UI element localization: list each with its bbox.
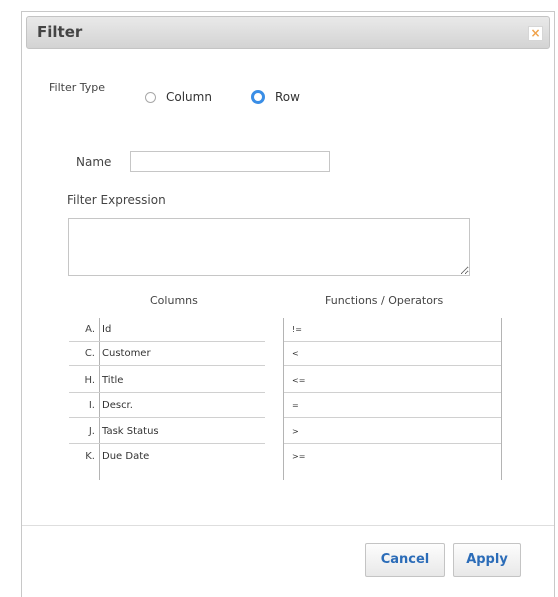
columns-header: Columns	[150, 294, 198, 307]
column-letter: H.	[84, 375, 95, 386]
column-item-title[interactable]: H. Title	[69, 369, 265, 393]
column-letter: C.	[84, 348, 95, 359]
operator-item-not-equal[interactable]: !=	[284, 318, 501, 342]
operator-item-equal[interactable]: =	[284, 394, 501, 418]
column-letter: J.	[88, 426, 95, 437]
radio-label-column[interactable]: Column	[166, 90, 212, 104]
operator-symbol: >	[292, 427, 299, 436]
radio-button-column[interactable]	[145, 91, 156, 103]
column-name: Customer	[102, 348, 151, 359]
radio-selected-icon[interactable]	[251, 90, 265, 104]
name-label: Name	[76, 155, 112, 169]
column-name: Task Status	[102, 426, 159, 437]
operator-item-less-equal[interactable]: <=	[284, 369, 501, 393]
column-name: Due Date	[102, 451, 150, 462]
functions-operators-header: Functions / Operators	[325, 294, 444, 307]
dialog-title: Filter	[37, 23, 83, 41]
close-icon[interactable]: ×	[528, 26, 543, 41]
apply-button[interactable]: Apply	[453, 543, 521, 577]
cancel-button[interactable]: Cancel	[365, 543, 445, 577]
name-input[interactable]	[130, 151, 330, 172]
column-name: Id	[102, 324, 112, 335]
operator-symbol: >=	[292, 452, 306, 461]
operator-symbol: !=	[292, 325, 302, 334]
filter-type-label: Filter Type	[49, 81, 106, 94]
operator-symbol: <	[292, 349, 299, 358]
column-item-task-status[interactable]: J. Task Status	[69, 420, 265, 444]
column-item-descr[interactable]: I. Descr.	[69, 394, 265, 418]
radio-label-row[interactable]: Row	[275, 90, 300, 104]
radio-option-column[interactable]: Column	[145, 90, 212, 104]
column-item-customer[interactable]: C. Customer	[69, 342, 265, 366]
radio-option-row[interactable]: Row	[251, 90, 300, 104]
dialog-titlebar[interactable]: Filter ×	[26, 16, 550, 49]
operator-item-greater-than[interactable]: >	[284, 420, 501, 444]
operator-symbol: <=	[292, 376, 306, 385]
column-item-due-date[interactable]: K. Due Date	[69, 445, 265, 469]
column-letter: I.	[88, 400, 95, 411]
filter-expression-label: Filter Expression	[67, 193, 166, 207]
footer-divider	[22, 525, 554, 526]
column-letter: A.	[85, 324, 95, 335]
column-name: Title	[102, 375, 124, 386]
operator-symbol: =	[292, 401, 299, 410]
filter-expression-textarea[interactable]	[68, 218, 470, 276]
column-letter: K.	[85, 451, 95, 462]
operators-right-border	[501, 318, 502, 480]
column-name: Descr.	[102, 400, 133, 411]
operator-item-greater-equal[interactable]: >=	[284, 445, 501, 469]
column-item-id[interactable]: A. Id	[69, 318, 265, 342]
operator-item-less-than[interactable]: <	[284, 342, 501, 366]
filter-dialog: Filter × Filter Type Column Row Name Fil…	[21, 11, 555, 597]
